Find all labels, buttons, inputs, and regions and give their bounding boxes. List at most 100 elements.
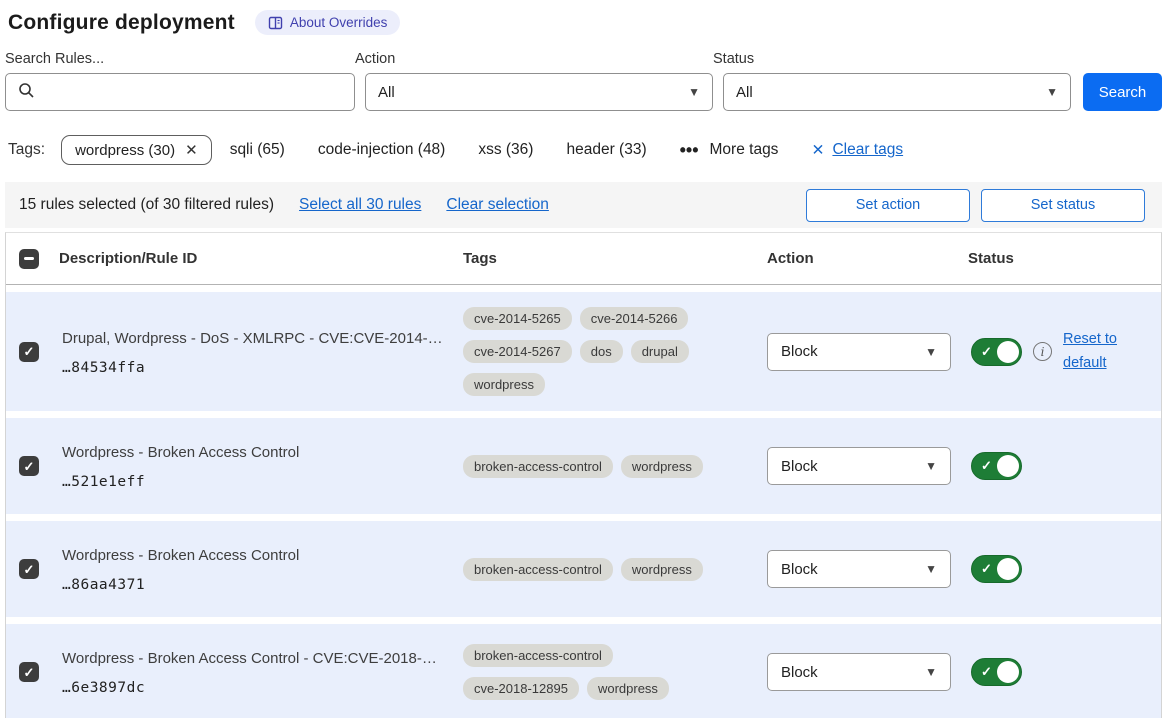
row-action-cell: Block ▼ <box>760 333 961 371</box>
row-action-cell: Block ▼ <box>760 550 961 588</box>
row-checkbox[interactable]: ✓ <box>19 559 39 579</box>
column-action: Action <box>760 250 961 267</box>
search-input-box <box>5 73 355 111</box>
info-icon[interactable]: i <box>1033 342 1052 361</box>
table-row: ✓ Drupal, Wordpress - DoS - XMLRPC - CVE… <box>6 292 1161 411</box>
row-description: Drupal, Wordpress - DoS - XMLRPC - CVE:C… <box>62 328 456 349</box>
search-rules-group: Search Rules... <box>5 51 355 111</box>
row-description: Wordpress - Broken Access Control <box>62 545 456 566</box>
row-status-cell: ✓ <box>961 658 1161 686</box>
tag-chip: broken-access-control <box>463 558 613 581</box>
row-checkbox[interactable]: ✓ <box>19 456 39 476</box>
checkmark-icon: ✓ <box>24 666 35 679</box>
chevron-down-icon: ▼ <box>925 562 937 576</box>
row-rule-id: …521e1eff <box>62 474 456 490</box>
row-action-select[interactable]: Block ▼ <box>767 447 951 485</box>
tag-links: sqli (65) code-injection (48) xss (36) h… <box>230 141 779 159</box>
tags-bar: Tags: wordpress (30) ✕ sqli (65) code-in… <box>5 135 1162 165</box>
set-status-button[interactable]: Set status <box>981 189 1145 222</box>
row-description: Wordpress - Broken Access Control <box>62 442 456 463</box>
row-checkbox[interactable]: ✓ <box>19 662 39 682</box>
tag-chip: drupal <box>631 340 689 363</box>
bulk-buttons: Set action Set status <box>806 189 1145 222</box>
status-filter-label: Status <box>713 51 1071 67</box>
checkmark-icon: ✓ <box>981 561 992 577</box>
column-description: Description/Rule ID <box>52 250 456 267</box>
remove-tag-icon[interactable]: ✕ <box>185 141 198 159</box>
tag-chip: cve-2014-5267 <box>463 340 572 363</box>
tag-chip: broken-access-control <box>463 644 613 667</box>
about-overrides-label: About Overrides <box>290 15 388 30</box>
chevron-down-icon: ▼ <box>1046 85 1058 99</box>
toggle-knob <box>997 455 1019 477</box>
clear-selection-link[interactable]: Clear selection <box>446 196 549 214</box>
status-toggle[interactable]: ✓ <box>971 555 1022 583</box>
row-description-cell: Drupal, Wordpress - DoS - XMLRPC - CVE:C… <box>52 328 456 376</box>
row-checkbox[interactable]: ✓ <box>19 342 39 362</box>
row-rule-id: …86aa4371 <box>62 577 456 593</box>
row-action-cell: Block ▼ <box>760 447 961 485</box>
tag-header[interactable]: header (33) <box>566 141 646 159</box>
tag-chip: dos <box>580 340 623 363</box>
tag-chip: wordpress <box>621 455 703 478</box>
tag-xss[interactable]: xss (36) <box>478 141 533 159</box>
action-filter-label: Action <box>355 51 713 67</box>
about-overrides-badge[interactable]: About Overrides <box>255 10 401 35</box>
row-checkbox-cell: ✓ <box>6 456 52 476</box>
reset-to-default-link[interactable]: Reset to default <box>1063 328 1129 376</box>
selected-tag-wordpress[interactable]: wordpress (30) ✕ <box>61 135 212 165</box>
clear-tags-button[interactable]: ✕ Clear tags <box>811 141 903 160</box>
selection-summary: 15 rules selected (of 30 filtered rules) <box>19 196 274 214</box>
status-toggle[interactable]: ✓ <box>971 338 1022 366</box>
row-description-cell: Wordpress - Broken Access Control …86aa4… <box>52 545 456 593</box>
chevron-down-icon: ▼ <box>925 459 937 473</box>
action-filter-group: Action All ▼ <box>355 51 713 111</box>
selected-tag-label: wordpress (30) <box>75 142 175 159</box>
more-tags-label: More tags <box>710 141 779 159</box>
column-status: Status <box>961 250 1161 267</box>
checkmark-icon: ✓ <box>981 664 992 680</box>
row-description-cell: Wordpress - Broken Access Control …521e1… <box>52 442 456 490</box>
tags-bar-label: Tags: <box>8 141 45 159</box>
tag-chip: wordpress <box>621 558 703 581</box>
status-filter-select[interactable]: All ▼ <box>723 73 1071 111</box>
action-filter-select[interactable]: All ▼ <box>365 73 713 111</box>
search-icon <box>18 82 35 103</box>
select-all-checkbox[interactable] <box>19 249 39 269</box>
row-rule-id: …84534ffa <box>62 360 456 376</box>
status-filter-group: Status All ▼ <box>713 51 1071 111</box>
row-action-select[interactable]: Block ▼ <box>767 653 951 691</box>
rules-table: Description/Rule ID Tags Action Status ✓… <box>5 232 1162 718</box>
select-all-link[interactable]: Select all 30 rules <box>299 196 421 214</box>
toggle-knob <box>997 661 1019 683</box>
status-toggle[interactable]: ✓ <box>971 658 1022 686</box>
set-action-button[interactable]: Set action <box>806 189 970 222</box>
tag-sqli[interactable]: sqli (65) <box>230 141 285 159</box>
search-button[interactable]: Search <box>1083 73 1162 111</box>
table-body: ✓ Drupal, Wordpress - DoS - XMLRPC - CVE… <box>6 292 1161 718</box>
row-action-select[interactable]: Block ▼ <box>767 333 951 371</box>
chevron-down-icon: ▼ <box>925 345 937 359</box>
status-toggle[interactable]: ✓ <box>971 452 1022 480</box>
search-input[interactable] <box>43 84 342 101</box>
column-tags: Tags <box>456 250 760 267</box>
tag-chip: cve-2018-12895 <box>463 677 579 700</box>
row-action-select[interactable]: Block ▼ <box>767 550 951 588</box>
row-action-value: Block <box>781 343 818 360</box>
table-row: ✓ Wordpress - Broken Access Control …86a… <box>6 521 1161 617</box>
tag-chip: cve-2014-5265 <box>463 307 572 330</box>
toggle-knob <box>997 558 1019 580</box>
tag-code-injection[interactable]: code-injection (48) <box>318 141 446 159</box>
row-checkbox-cell: ✓ <box>6 559 52 579</box>
more-tags-button[interactable]: ••• More tags <box>680 141 779 159</box>
tag-chip: cve-2014-5266 <box>580 307 689 330</box>
page-header: Configure deployment About Overrides <box>5 10 1162 35</box>
row-tags: broken-access-controlwordpress <box>456 455 714 478</box>
chevron-down-icon: ▼ <box>688 85 700 99</box>
checkmark-icon: ✓ <box>24 345 35 358</box>
row-tags: broken-access-control wordpress <box>456 558 714 581</box>
search-rules-label: Search Rules... <box>5 51 355 67</box>
tag-chip: wordpress <box>463 373 545 396</box>
chevron-down-icon: ▼ <box>925 665 937 679</box>
row-action-value: Block <box>781 561 818 578</box>
